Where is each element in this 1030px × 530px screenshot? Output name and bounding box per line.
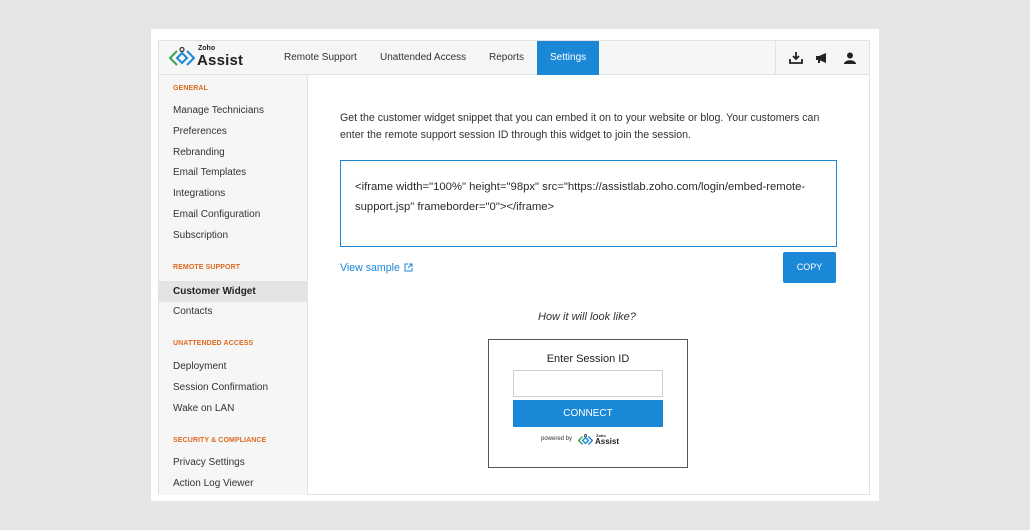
sidebar-item-wake-on-lan[interactable]: Wake on LAN bbox=[173, 403, 234, 414]
tab-unattended-access[interactable]: Unattended Access bbox=[367, 41, 479, 75]
settings-sidebar: GENERAL Manage Technicians Preferences R… bbox=[159, 75, 308, 495]
sidebar-item-integrations[interactable]: Integrations bbox=[173, 188, 225, 199]
sidebar-section-security: SECURITY & COMPLIANCE bbox=[173, 437, 267, 444]
sidebar-item-session-confirmation[interactable]: Session Confirmation bbox=[173, 382, 268, 393]
widget-logo-assist-text: Assist bbox=[595, 437, 620, 446]
sidebar-section-general: GENERAL bbox=[173, 85, 208, 92]
header-divider bbox=[775, 41, 776, 75]
sidebar-item-action-log-viewer[interactable]: Action Log Viewer bbox=[173, 478, 253, 489]
logo-zoho-text: Zoho bbox=[198, 45, 216, 52]
tab-remote-support[interactable]: Remote Support bbox=[271, 41, 370, 75]
sidebar-item-email-templates[interactable]: Email Templates bbox=[173, 167, 246, 178]
app-window: Zoho Assist Remote Support Unattended Ac… bbox=[158, 40, 870, 495]
sidebar-item-contacts[interactable]: Contacts bbox=[173, 306, 212, 317]
session-id-input[interactable] bbox=[513, 370, 663, 397]
sidebar-item-customer-widget[interactable]: Customer Widget bbox=[159, 281, 308, 302]
widget-logo-diamond-icon bbox=[578, 434, 593, 446]
widget-zoho-assist-logo: Zoho Assist bbox=[578, 433, 628, 451]
zoho-assist-logo[interactable]: Zoho Assist bbox=[169, 45, 259, 71]
widget-title: Enter Session ID bbox=[546, 353, 630, 365]
preview-heading: How it will look like? bbox=[538, 311, 636, 323]
sidebar-item-preferences[interactable]: Preferences bbox=[173, 126, 227, 137]
logo-diamond-icon bbox=[169, 47, 195, 66]
copy-button[interactable]: COPY bbox=[783, 252, 836, 283]
announcement-icon[interactable] bbox=[815, 52, 829, 64]
logo-assist-text: Assist bbox=[197, 52, 244, 69]
sidebar-item-subscription[interactable]: Subscription bbox=[173, 230, 228, 241]
view-sample-link[interactable]: View sample bbox=[340, 262, 413, 274]
connect-button[interactable]: CONNECT bbox=[513, 400, 663, 427]
powered-by-text: powered by bbox=[541, 436, 573, 442]
embed-snippet-box[interactable]: <iframe width="100%" height="98px" src="… bbox=[340, 160, 837, 247]
top-header: Zoho Assist Remote Support Unattended Ac… bbox=[159, 41, 869, 75]
tab-settings[interactable]: Settings bbox=[537, 41, 600, 75]
sidebar-item-email-configuration[interactable]: Email Configuration bbox=[173, 209, 260, 220]
external-link-icon bbox=[404, 263, 413, 272]
user-icon[interactable] bbox=[843, 52, 857, 64]
sidebar-item-manage-technicians[interactable]: Manage Technicians bbox=[173, 105, 264, 116]
widget-description: Get the customer widget snippet that you… bbox=[340, 112, 820, 141]
sidebar-section-unattended-access: UNATTENDED ACCESS bbox=[173, 340, 254, 347]
embed-snippet-code[interactable]: <iframe width="100%" height="98px" src="… bbox=[355, 177, 825, 217]
widget-preview: Enter Session ID CONNECT powered by Zoho… bbox=[488, 339, 688, 468]
download-icon[interactable] bbox=[789, 52, 803, 64]
sidebar-item-deployment[interactable]: Deployment bbox=[173, 361, 226, 372]
sidebar-section-remote-support: REMOTE SUPPORT bbox=[173, 264, 241, 271]
sidebar-item-rebranding[interactable]: Rebranding bbox=[173, 147, 225, 158]
sidebar-item-privacy-settings[interactable]: Privacy Settings bbox=[173, 457, 245, 468]
view-sample-label: View sample bbox=[340, 262, 400, 274]
tab-reports[interactable]: Reports bbox=[476, 41, 537, 75]
